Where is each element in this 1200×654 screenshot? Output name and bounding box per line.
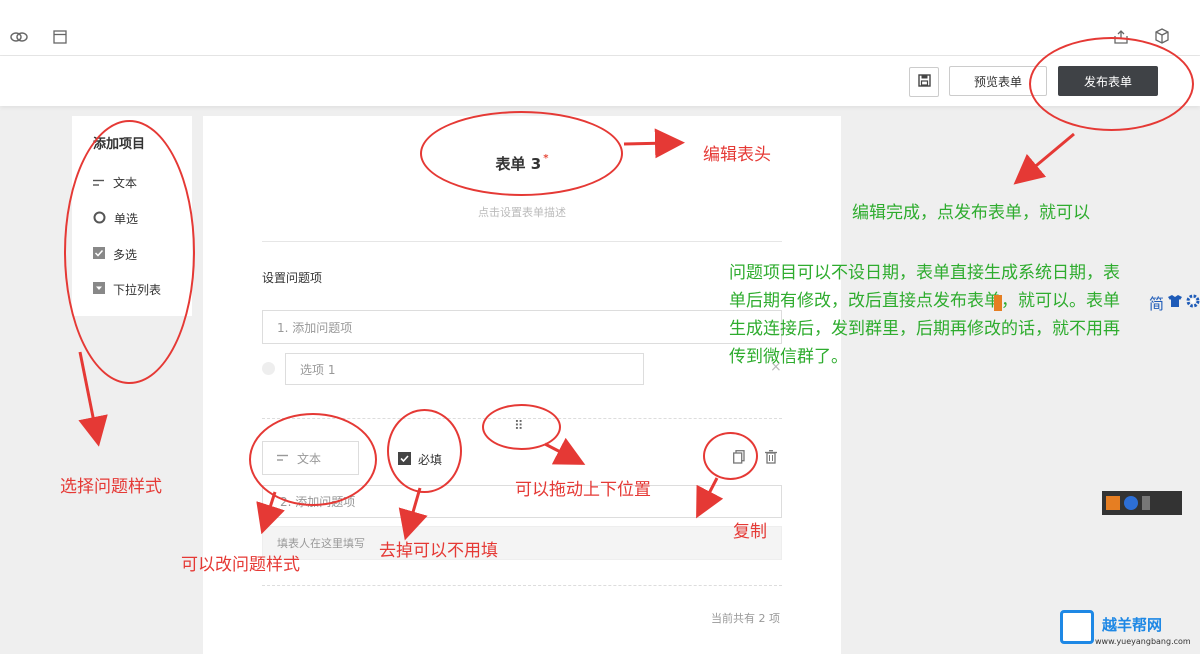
watermark-site-url: www.yueyangbang.com xyxy=(1095,637,1191,646)
section-label: 设置问题项 xyxy=(262,271,323,285)
option-radio xyxy=(262,362,275,375)
annotation-change-style: 可以改问题样式 xyxy=(181,555,300,575)
ime-mini-toolbar xyxy=(1102,491,1182,515)
link-icon[interactable] xyxy=(9,27,29,47)
watermark-site-name: 越羊帮网 xyxy=(1102,616,1163,634)
copy-highlight-circle xyxy=(703,432,758,480)
bottom-divider xyxy=(262,585,782,586)
ime-toolbar: 简 xyxy=(994,290,1200,316)
required-highlight-circle xyxy=(387,409,462,493)
option-1-input[interactable]: 选项 1 xyxy=(285,353,644,385)
ime-mini-logo-icon[interactable] xyxy=(1106,496,1120,510)
question-1-title-input[interactable]: 1. 添加问题项 xyxy=(262,310,782,344)
ime-punct-icon[interactable] xyxy=(1006,296,1013,310)
form-description[interactable]: 点击设置表单描述 xyxy=(203,204,841,220)
question-count: 当前共有 2 项 xyxy=(711,612,780,625)
top-bar xyxy=(0,0,1200,56)
delete-question-icon[interactable] xyxy=(765,449,777,468)
header-divider xyxy=(262,241,782,242)
sidebar-highlight-circle xyxy=(64,120,195,384)
annotation-choose-style: 选择问题样式 xyxy=(60,477,162,497)
annotation-drag-position: 可以拖动上下位置 xyxy=(515,480,651,500)
ime-skin-icon[interactable] xyxy=(1167,295,1182,311)
annotation-edit-header: 编辑表头 xyxy=(703,145,771,165)
save-icon xyxy=(917,74,931,90)
publish-highlight-circle xyxy=(1029,37,1194,131)
window-icon[interactable] xyxy=(50,27,70,47)
ime-grid-icon[interactable] xyxy=(1038,296,1045,310)
ime-settings-icon[interactable] xyxy=(1186,294,1200,312)
type-highlight-circle xyxy=(249,413,377,506)
ime-voice-icon[interactable] xyxy=(1017,296,1024,310)
ime-keyboard-icon[interactable] xyxy=(1027,296,1034,310)
save-button[interactable] xyxy=(909,67,939,97)
ime-help-icon[interactable] xyxy=(1124,496,1138,510)
form-toolbar: 预览表单 发布表单 xyxy=(0,56,1200,106)
annotation-remove-required: 去掉可以不用填 xyxy=(379,541,498,561)
annotation-publish-done: 编辑完成，点发布表单，就可以 xyxy=(852,203,1090,223)
cube-icon[interactable] xyxy=(1152,26,1172,46)
site-logo-icon xyxy=(1060,610,1094,644)
answer-preview-field: 填表人在这里填写 xyxy=(262,526,782,560)
ime-simplified-toggle[interactable]: 简 xyxy=(1149,293,1164,314)
annotation-copy: 复制 xyxy=(733,522,767,542)
ime-collapse-icon[interactable] xyxy=(1142,496,1150,510)
ime-logo-icon[interactable] xyxy=(994,295,1002,311)
header-highlight-circle xyxy=(420,111,623,196)
drag-highlight-circle xyxy=(482,404,561,450)
